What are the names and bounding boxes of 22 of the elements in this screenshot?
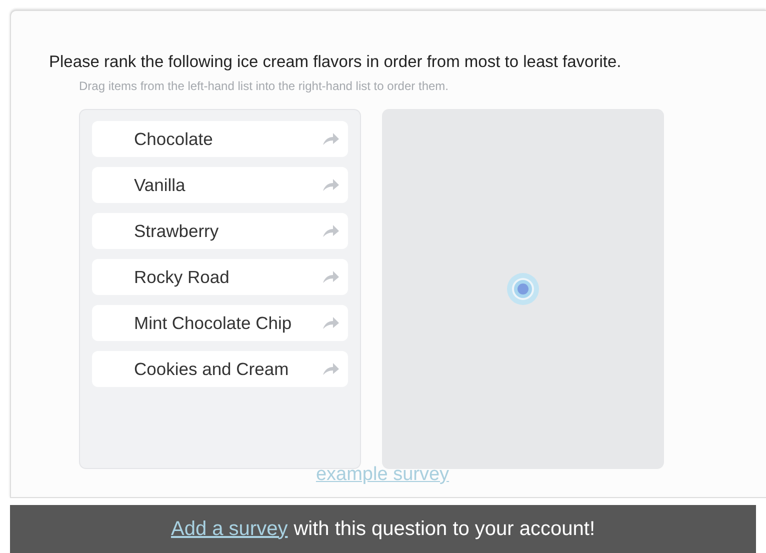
rank-item[interactable]: Vanilla — [92, 167, 348, 203]
question-title: Please rank the following ice cream flavors in order from most to least favorite. — [49, 53, 622, 72]
item-label: Rocky Road — [134, 266, 230, 288]
item-label: Strawberry — [134, 220, 220, 242]
add-survey-link[interactable]: Add a survey — [170, 518, 288, 540]
item-label: Vanilla — [134, 174, 186, 196]
rank-item[interactable]: Chocolate — [92, 121, 348, 157]
share-arrow-icon[interactable] — [322, 132, 340, 146]
banner-text: with this question to your account! — [294, 518, 595, 540]
item-label: Cookies and Cream — [134, 358, 290, 380]
rank-item[interactable]: Rocky Road — [92, 259, 348, 295]
rank-item[interactable]: Cookies and Cream — [92, 351, 348, 387]
share-arrow-icon[interactable] — [322, 362, 340, 376]
item-label: Mint Chocolate Chip — [134, 312, 293, 334]
rank-item[interactable]: Strawberry — [92, 213, 348, 249]
item-label: Chocolate — [134, 128, 214, 150]
share-arrow-icon[interactable] — [322, 224, 340, 238]
share-arrow-icon[interactable] — [322, 316, 340, 330]
share-arrow-icon[interactable] — [322, 178, 340, 192]
rank-item[interactable]: Mint Chocolate Chip — [92, 305, 348, 341]
share-arrow-icon[interactable] — [322, 270, 340, 284]
question-hint: Drag items from the left-hand list into the right-hand list to order them. — [79, 79, 448, 93]
